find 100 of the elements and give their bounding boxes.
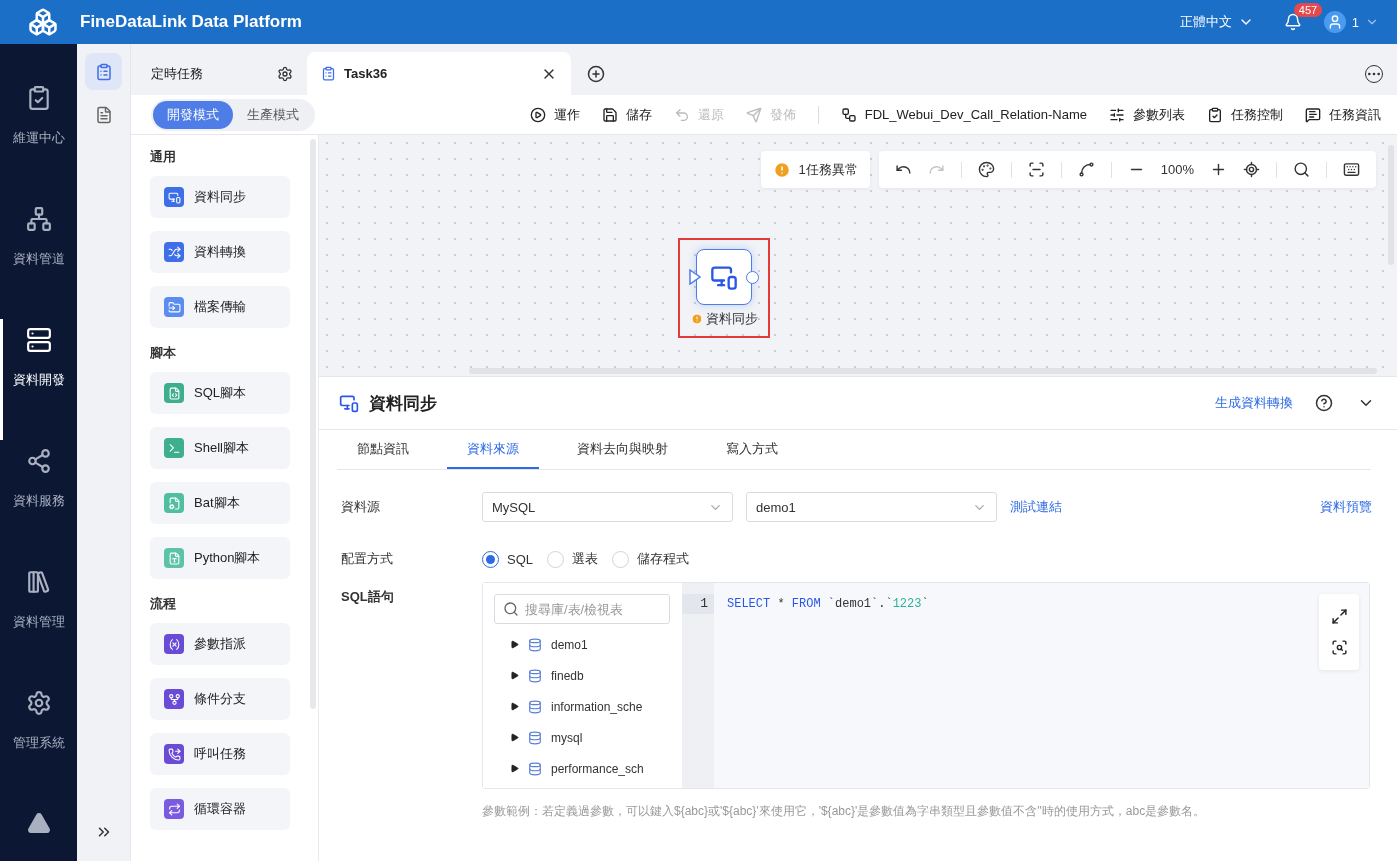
section-title: 流程 [150, 595, 177, 613]
component-icon [164, 242, 184, 262]
task-icon [321, 66, 336, 81]
component-icon [164, 689, 184, 709]
nav-item[interactable]: 維運中心 [0, 77, 77, 198]
input-port-icon [689, 269, 701, 285]
code-line: SELECT * FROM `demo1`.`1223` [727, 596, 930, 613]
nav-item[interactable]: 資料管道 [0, 198, 77, 319]
toolbar-button[interactable]: 參數列表 [1109, 105, 1185, 124]
mode-button[interactable]: 開發模式 [153, 100, 233, 129]
help-icon[interactable] [1315, 394, 1333, 412]
field-label: 配置方式 [341, 550, 394, 568]
output-port[interactable] [746, 271, 759, 284]
settings-icon[interactable] [277, 65, 293, 82]
message-icon [1305, 106, 1321, 123]
generate-link[interactable]: 生成資料轉換 [1215, 394, 1293, 412]
palette-icon[interactable] [977, 161, 995, 178]
nav-item[interactable]: 資料服務 [0, 440, 77, 561]
tree-item[interactable]: finedb [551, 668, 584, 683]
tree-item[interactable]: mysql [551, 730, 583, 745]
component-card[interactable]: Bat腳本 [150, 482, 290, 524]
expand-icon[interactable] [1330, 608, 1348, 625]
radio-label[interactable]: 選表 [572, 550, 598, 568]
undo-icon [673, 106, 690, 123]
component-card[interactable]: SQL腳本 [150, 372, 290, 414]
panel-tab[interactable]: 節點資訊 [337, 430, 429, 469]
component-card[interactable]: 條件分支 [150, 678, 290, 720]
language-selector[interactable]: 正體中文 [1179, 13, 1232, 31]
clipboard-icon [1207, 106, 1223, 123]
tab[interactable]: 定時任務 [137, 52, 307, 95]
alert-chip[interactable]: 1任務異常 [760, 151, 870, 188]
source-type-select[interactable]: MySQL [482, 492, 733, 522]
component-card[interactable]: Python腳本 [150, 537, 290, 579]
radio-label[interactable]: 儲存程式 [637, 550, 689, 568]
fit-view-icon[interactable] [1027, 161, 1045, 178]
search-icon[interactable] [1293, 161, 1310, 178]
node-label: 資料同步 [705, 310, 758, 328]
avatar[interactable] [1323, 11, 1346, 33]
workflow-icon [840, 106, 857, 123]
toolbar-button[interactable]: 運作 [529, 105, 580, 124]
connector-icon[interactable] [1077, 161, 1095, 178]
component-card[interactable]: 參數指派 [150, 623, 290, 665]
section-title: 通用 [150, 148, 177, 166]
expand-arrow-icon[interactable] [510, 764, 519, 773]
nav-item[interactable]: 資料管理 [0, 561, 77, 682]
component-card[interactable]: 資料轉換 [150, 231, 290, 273]
scrollbar[interactable] [310, 139, 316, 709]
tab[interactable]: Task36 [307, 52, 571, 95]
search-icon [503, 601, 519, 617]
triangle-icon[interactable] [26, 811, 51, 835]
toolbar-button[interactable]: 任務資訊 [1305, 105, 1381, 124]
tree-item[interactable]: performance_sch [551, 761, 644, 776]
section-title: 腳本 [150, 344, 177, 362]
user-name[interactable]: 1 [1351, 14, 1359, 30]
notification-icon[interactable] [1283, 13, 1302, 31]
scrollbar[interactable] [469, 368, 1377, 374]
toolbar-button[interactable]: FDL_Webui_Dev_Call_Relation-Name [840, 106, 1087, 123]
component-card[interactable]: 呼叫任務 [150, 733, 290, 775]
format-icon[interactable] [1330, 639, 1348, 656]
keyboard-icon[interactable] [1343, 161, 1360, 178]
expand-arrow-icon[interactable] [510, 671, 519, 680]
component-icon [164, 799, 184, 819]
expand-arrow-icon[interactable] [510, 702, 519, 711]
component-icon [164, 438, 184, 458]
expand-arrow-icon[interactable] [510, 733, 519, 742]
zoom-in-icon[interactable] [1210, 161, 1227, 178]
component-card[interactable]: 循環容器 [150, 788, 290, 830]
component-card[interactable]: Shell腳本 [150, 427, 290, 469]
database-select[interactable]: demo1 [746, 492, 997, 522]
component-card[interactable]: 檔案傳輸 [150, 286, 290, 328]
mode-button[interactable]: 生產模式 [233, 100, 313, 129]
send-icon [745, 106, 762, 123]
side-button[interactable] [85, 53, 122, 90]
panel-tab[interactable]: 寫入方式 [706, 430, 798, 469]
nav-item[interactable]: 管理系統 [0, 682, 77, 803]
locate-icon[interactable] [1243, 161, 1260, 178]
panel-tab[interactable]: 資料來源 [447, 430, 539, 469]
expand-arrow-icon[interactable] [510, 640, 519, 649]
preview-link[interactable]: 資料預覽 [1320, 492, 1372, 522]
radio-label[interactable]: SQL [507, 551, 533, 567]
document-icon [94, 105, 113, 124]
database-icon [528, 730, 542, 745]
add-tab-icon[interactable] [587, 64, 605, 83]
tree-item[interactable]: information_sche [551, 699, 643, 714]
component-icon [164, 634, 184, 654]
tree-item[interactable]: demo1 [551, 637, 588, 652]
save-icon [601, 106, 618, 123]
component-icon [164, 187, 184, 207]
component-card[interactable]: 資料同步 [150, 176, 290, 218]
toolbar-button[interactable]: 任務控制 [1207, 105, 1283, 124]
test-connection-link[interactable]: 測試連結 [1010, 492, 1062, 522]
app-title: FineDataLink Data Platform [80, 12, 303, 32]
toolbar-button[interactable]: 儲存 [601, 105, 652, 124]
panel-tab[interactable]: 資料去向與映射 [557, 430, 688, 469]
clipboard-icon [94, 62, 113, 81]
warning-icon [772, 160, 791, 179]
canvas-node[interactable]: 資料同步 [678, 238, 770, 338]
search-field[interactable]: 搜尋庫/表/檢視表 [494, 594, 670, 624]
notification-badge: 457 [1293, 3, 1323, 17]
component-icon [164, 744, 184, 764]
